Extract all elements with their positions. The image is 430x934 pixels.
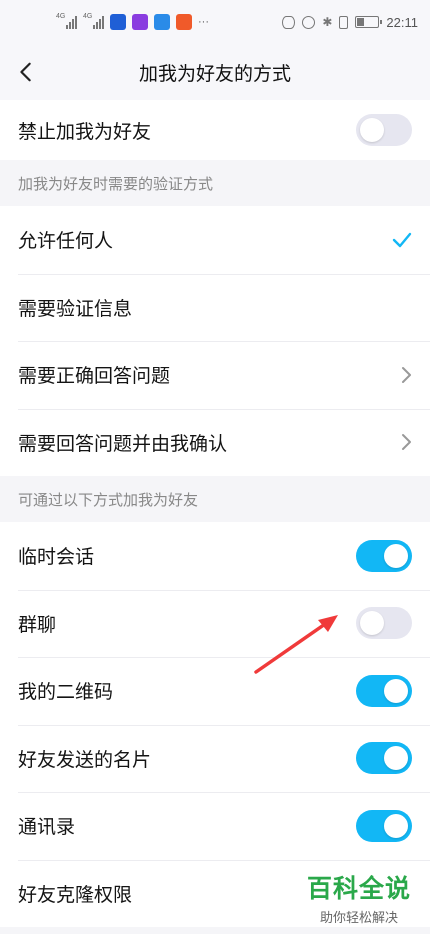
video-app-icon (132, 14, 148, 30)
vibrate-icon (339, 15, 349, 29)
nav-bar: 加我为好友的方式 (0, 44, 430, 100)
signal-icon: 4G (56, 13, 77, 29)
back-button[interactable] (6, 52, 46, 92)
method-group-chat: 群聊 (0, 589, 430, 658)
alarm-icon (302, 15, 316, 29)
chevron-right-icon (402, 366, 411, 383)
chevron-right-icon (402, 434, 411, 451)
verify-option-anyone[interactable]: 允许任何人 (0, 206, 430, 274)
temp-chat-toggle[interactable] (356, 539, 412, 572)
watermark-title: 百科全说 (306, 874, 411, 903)
method-qr-code: 我的二维码 (0, 657, 430, 725)
contact-card-toggle[interactable] (356, 742, 412, 775)
watermark: 百科全说 助你轻松解决 (304, 869, 414, 926)
method-label: 临时会话 (18, 546, 95, 569)
option-label: 需要回答问题并由我确认 (18, 432, 228, 455)
ban-label: 禁止加我为好友 (18, 120, 152, 143)
watermark-subtitle: 助你轻松解决 (319, 911, 398, 926)
method-label: 我的二维码 (18, 681, 114, 704)
ban-card: 禁止加我为好友 (0, 100, 430, 160)
option-label: 需要验证信息 (18, 297, 133, 320)
status-bar: 4G 4G ··· ✱ 22:11 (0, 0, 430, 44)
checkmark-icon (392, 232, 412, 247)
verify-option-answer-confirm[interactable]: 需要回答问题并由我确认 (0, 408, 430, 477)
ban-toggle[interactable] (356, 114, 412, 146)
address-book-toggle[interactable] (356, 809, 412, 842)
method-temp-chat: 临时会话 (0, 522, 430, 590)
eye-icon (282, 15, 296, 29)
more-notifications: ··· (198, 16, 209, 28)
method-label: 通讯录 (18, 816, 76, 839)
verify-option-message[interactable]: 需要验证信息 (0, 273, 430, 342)
methods-section-header: 可通过以下方式加我为好友 (0, 476, 430, 522)
method-label: 好友发送的名片 (18, 748, 152, 771)
method-address-book: 通讯录 (0, 792, 430, 860)
group-chat-toggle[interactable] (356, 607, 412, 640)
option-label: 允许任何人 (18, 230, 114, 253)
option-label: 需要正确回答问题 (18, 365, 171, 388)
status-time: 22:11 (386, 14, 418, 30)
qq-app-icon (154, 14, 170, 30)
verify-section-header: 加我为好友时需要的验证方式 (0, 160, 430, 206)
verify-option-answer[interactable]: 需要正确回答问题 (0, 341, 430, 409)
shield-app-icon (110, 14, 126, 30)
chevron-left-icon (20, 62, 31, 82)
ban-row: 禁止加我为好友 (0, 100, 430, 160)
app-icon (176, 14, 192, 30)
method-label: 群聊 (18, 613, 57, 636)
method-contact-card: 好友发送的名片 (0, 724, 430, 793)
verify-card: 允许任何人 需要验证信息 需要正确回答问题 需要回答问题并由我确认 (0, 206, 430, 476)
bluetooth-icon: ✱ (322, 15, 333, 29)
qr-code-toggle[interactable] (356, 674, 412, 707)
page-title: 加我为好友的方式 (138, 62, 291, 85)
methods-card: 临时会话 群聊 我的二维码 好友发送的名片 通讯录 好友克隆权限 (0, 522, 430, 927)
battery-icon (355, 16, 383, 28)
signal-icon: 4G (83, 13, 104, 29)
